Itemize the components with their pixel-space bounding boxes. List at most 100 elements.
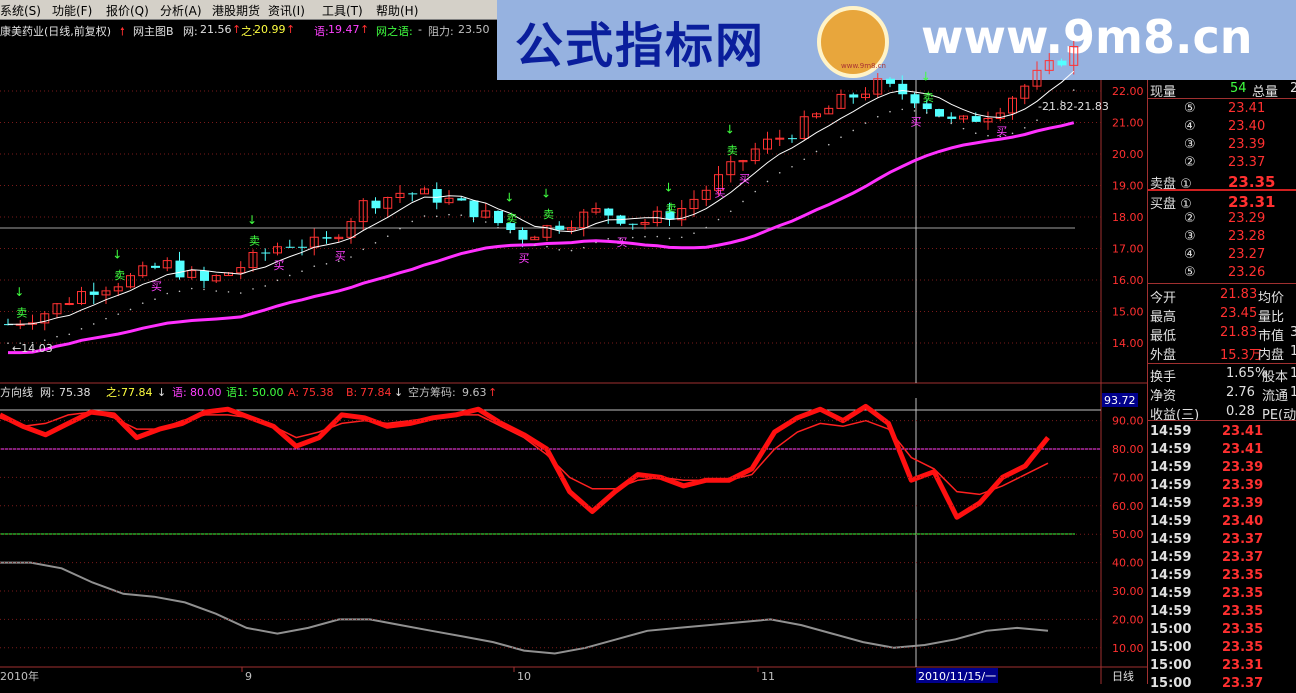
- time-label-11: 11: [761, 670, 775, 683]
- support-dot: [558, 249, 561, 251]
- stat-label: 换手: [1150, 370, 1177, 385]
- tick-row: 14:59 23.40: [1148, 513, 1296, 531]
- bid-price: 23.27: [1228, 247, 1266, 262]
- tick-row: 14:59 23.37: [1148, 531, 1296, 549]
- xianliang-value: 54: [1230, 81, 1247, 96]
- price-tick: 15.00: [1112, 306, 1144, 319]
- sell-arrow-icon: ↓: [725, 122, 735, 136]
- tick-time: 14:59: [1150, 604, 1192, 619]
- bid-price: 23.26: [1228, 265, 1266, 280]
- tick-row: 14:59 23.39: [1148, 495, 1296, 513]
- down-arrow-icon: ↓: [157, 386, 166, 399]
- stat-value-2: 1: [1290, 366, 1296, 381]
- tick-price: 23.39: [1222, 478, 1264, 493]
- sell-arrow-icon: ↓: [14, 285, 24, 299]
- sell-signal: 卖: [543, 208, 554, 221]
- sell-signal: 卖: [16, 306, 27, 319]
- sell-arrow-icon: ↓: [504, 191, 514, 205]
- period-label[interactable]: 日线: [1112, 669, 1134, 683]
- quote-panel: 现量 54 总量 2 ⑤ 23.41 ④ 23.40 ③ 23.39 ② 23.37 卖盘 ①2…: [1147, 80, 1296, 691]
- ind-tick: 30.00: [1112, 585, 1144, 598]
- indicator-header: 方向线 网: 75.38 之: 77.84 ↓ 语: 80.00 语1: 50.…: [0, 385, 497, 399]
- price-tick: 14.00: [1112, 337, 1144, 350]
- tick-time: 14:59: [1150, 550, 1192, 565]
- buy-signal: 买: [996, 125, 1007, 138]
- candle: [604, 208, 614, 216]
- ind-b-label: B:: [346, 386, 357, 399]
- support-dot: [925, 111, 928, 114]
- support-dot: [264, 285, 267, 287]
- time-label-10: 10: [517, 670, 531, 683]
- tick-price: 23.35: [1222, 586, 1264, 601]
- support-dot: [950, 122, 953, 125]
- ind-yu-label: 语:: [172, 386, 187, 399]
- support-dot: [754, 190, 757, 193]
- tick-row: 14:59 23.41: [1148, 423, 1296, 441]
- support-dot: [889, 110, 891, 113]
- candle: [935, 109, 944, 117]
- stat-value: 21.83: [1220, 325, 1258, 340]
- sell-signal: 卖: [114, 269, 125, 282]
- stat-value: 21.83: [1220, 287, 1258, 302]
- ind-a-label: A:: [288, 386, 299, 399]
- bid-level: ④: [1184, 247, 1196, 262]
- buy-signal: 买: [739, 173, 750, 186]
- tick-row: 14:59 23.35: [1148, 585, 1296, 603]
- stat-row: 换手 1.65% 股本 1: [1148, 365, 1296, 385]
- buy-signal: 买: [274, 259, 285, 272]
- tick-row: 15:00 23.37: [1148, 675, 1296, 693]
- tick-price: 23.39: [1222, 496, 1264, 511]
- support-dot: [521, 238, 524, 240]
- sell-arrow-icon: ↓: [112, 248, 122, 262]
- ask-level: ②: [1184, 155, 1196, 170]
- tick-price: 23.37: [1222, 550, 1264, 565]
- tick-row: 14:59 23.35: [1148, 567, 1296, 585]
- support-dot: [974, 132, 977, 135]
- support-dot: [533, 244, 536, 247]
- ind-kong-label: 空方筹码:: [408, 385, 456, 399]
- ask-row: 卖盘 ① 23.35: [1148, 172, 1296, 192]
- support-dot: [227, 291, 230, 293]
- buy-signal: 买: [715, 187, 726, 200]
- candle: [322, 237, 332, 239]
- candle: [1057, 60, 1067, 66]
- support-dot: [864, 122, 867, 124]
- support-dot: [766, 180, 769, 183]
- tick-price: 23.40: [1222, 514, 1264, 529]
- tick-price: 23.41: [1222, 442, 1264, 457]
- support-dot: [435, 215, 438, 218]
- stat-label-2: 量比: [1258, 310, 1285, 325]
- ind-tick: 70.00: [1112, 471, 1144, 484]
- support-dot: [1023, 127, 1026, 129]
- bid-row: ③ 23.28: [1148, 228, 1296, 246]
- support-dot: [362, 248, 365, 251]
- tick-time: 14:59: [1150, 568, 1192, 583]
- cursor-date: 2010/11/15/一: [918, 670, 996, 683]
- stat-value: 2.76: [1226, 385, 1255, 400]
- support-dot: [582, 246, 585, 249]
- sell-signal: 卖: [923, 91, 934, 104]
- tick-time: 14:59: [1150, 496, 1192, 511]
- support-dot: [742, 200, 744, 203]
- support-dot: [80, 328, 83, 330]
- tick-price: 23.35: [1222, 568, 1264, 583]
- candle: [910, 94, 920, 104]
- stat-value-2: 1: [1290, 385, 1296, 400]
- stat-value: 23.45: [1220, 306, 1258, 321]
- tick-row: 14:59 23.41: [1148, 441, 1296, 459]
- chart-area[interactable]: ↓卖↓卖↓卖↓卖↓卖↓卖↓卖↓卖买买买 买买买买买买 ←14.03 -21.82-…: [0, 0, 1147, 684]
- support-dot: [105, 317, 107, 320]
- ind-yu-value: 80.00: [190, 386, 222, 399]
- bid-row: ④ 23.27: [1148, 246, 1296, 264]
- support-dot: [938, 115, 940, 118]
- stat-label: 净资: [1150, 389, 1177, 404]
- ma-line: [8, 121, 1075, 355]
- ask-row: ⑤ 23.41: [1148, 100, 1296, 118]
- sell-arrow-icon: ↓: [247, 213, 257, 227]
- price-tick: 19.00: [1112, 180, 1144, 193]
- support-dot: [313, 265, 316, 267]
- buy-signal: 买: [151, 280, 162, 293]
- support-dot: [705, 226, 708, 229]
- buy-signal: 买: [335, 249, 346, 262]
- tick-price: 23.37: [1222, 532, 1264, 547]
